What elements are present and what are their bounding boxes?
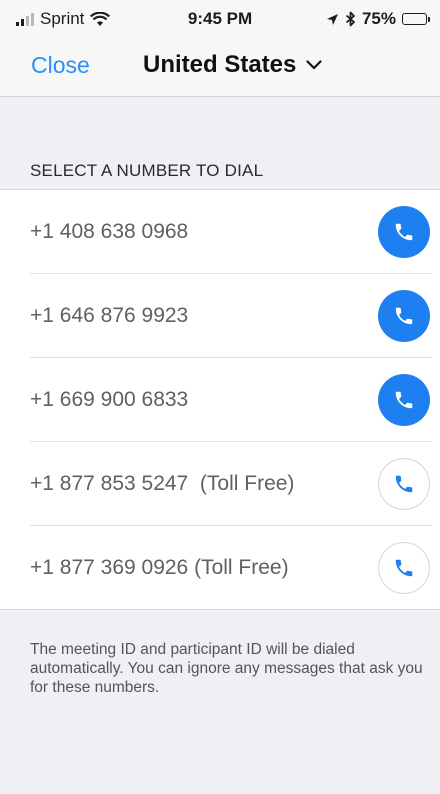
phone-icon [395, 391, 413, 409]
dial-number: +1 669 900 6833 [30, 388, 189, 411]
status-right: 75% [326, 9, 430, 29]
country-selector[interactable]: United States [143, 51, 322, 79]
dial-number-list: +1 408 638 0968 +1 646 876 9923 +1 669 900… [0, 189, 440, 610]
number-row[interactable]: +1 408 638 0968 [0, 190, 440, 274]
phone-icon [395, 223, 413, 241]
dial-number: +1 646 876 9923 [30, 304, 189, 327]
call-button[interactable] [378, 374, 430, 426]
dial-number: +1 877 853 5247 (Toll Free) [30, 472, 295, 495]
country-label: United States [143, 51, 297, 78]
status-bar: Sprint 9:45 PM 75% [0, 0, 440, 40]
call-button[interactable] [378, 458, 430, 510]
bluetooth-icon [345, 11, 355, 27]
dial-number: +1 408 638 0968 [30, 220, 189, 243]
dial-number: +1 877 369 0926 (Toll Free) [30, 556, 289, 579]
location-arrow-icon [326, 13, 338, 25]
close-button[interactable]: Close [31, 52, 90, 79]
phone-icon [395, 559, 413, 577]
call-button[interactable] [378, 206, 430, 258]
battery-percent: 75% [361, 9, 396, 28]
call-button[interactable] [378, 542, 430, 594]
section-header: SELECT A NUMBER TO DIAL [30, 161, 264, 180]
battery-icon [402, 13, 430, 25]
number-row[interactable]: +1 669 900 6833 [0, 358, 440, 442]
chevron-down-icon [306, 60, 322, 70]
footer-note: The meeting ID and participant ID will b… [30, 641, 423, 696]
number-row[interactable]: +1 877 853 5247 (Toll Free) [0, 442, 440, 526]
nav-bar: Close United States [0, 40, 440, 97]
call-button[interactable] [378, 290, 430, 342]
number-row[interactable]: +1 646 876 9923 [0, 274, 440, 358]
number-row[interactable]: +1 877 369 0926 (Toll Free) [0, 526, 440, 610]
phone-icon [395, 307, 413, 325]
phone-icon [395, 475, 413, 493]
